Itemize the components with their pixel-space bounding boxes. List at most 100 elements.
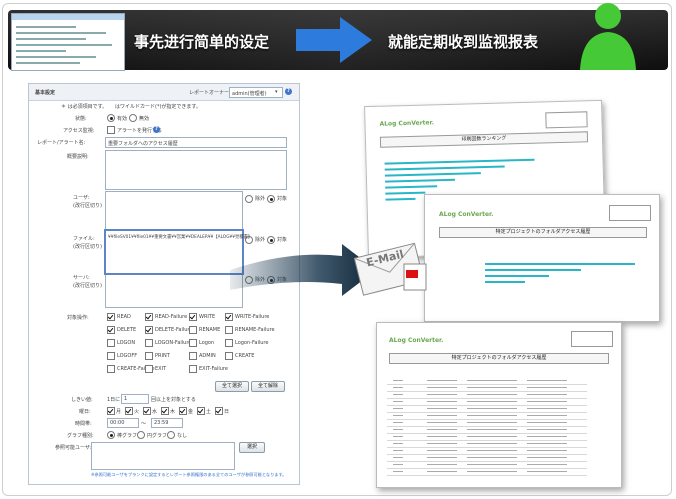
weekday-checkbox[interactable] [215, 407, 223, 415]
browse-button[interactable]: 選択 [239, 442, 265, 453]
op-checkbox-print[interactable] [145, 352, 153, 360]
chevron-down-icon: ▾ [275, 89, 278, 95]
report-name-input[interactable]: 重要フォルダへのアクセス履歴 [105, 137, 287, 148]
viewer-label: 参照可能ユーザ: [55, 445, 92, 451]
op-checkbox-logon-failure[interactable] [145, 339, 153, 347]
report-document: ALog ConVerter. 特定プロジェクトのフォルダアクセス履歴 [376, 322, 622, 488]
graph-none-radio[interactable] [167, 431, 175, 439]
file-textarea[interactable]: ¥¥fileSV01¥¥file01¥¥重要文書¥¥営業¥¥DEALER¥¥【A… [104, 229, 252, 275]
weekday-label: 土 [206, 409, 212, 415]
graph-bar-radio[interactable] [107, 431, 115, 439]
time-from-select[interactable]: 00:00 [107, 418, 139, 428]
viewer-textarea[interactable] [91, 442, 235, 470]
help-icon[interactable]: ? [153, 126, 160, 133]
op-label: Logon [199, 340, 215, 346]
op-checkbox-logon[interactable] [189, 339, 197, 347]
right-caption: 就能定期收到监视报表 [388, 33, 539, 51]
footnote: ※参照可能ユーザをブランクに設定するとレポート参照権限のある全てのユーザが参照可… [91, 472, 287, 477]
weekday-checkbox[interactable] [107, 407, 115, 415]
op-checkbox-exit-failure[interactable] [189, 365, 197, 373]
op-checkbox-rename[interactable] [189, 326, 197, 334]
op-label: LOGON [117, 340, 136, 346]
op-label: READ-Failure [155, 314, 188, 320]
op-checkbox-write[interactable] [189, 313, 197, 321]
weekday-checkbox[interactable] [179, 407, 187, 415]
op-checkbox-create[interactable] [225, 352, 233, 360]
alert-checkbox[interactable] [107, 126, 115, 134]
op-label: EXIT [155, 366, 167, 372]
op-label: RENAME-Failure [235, 327, 275, 333]
op-checkbox-exit[interactable] [145, 365, 153, 373]
state-label: 状態: [75, 116, 87, 122]
op-label: DELETE-Failure [155, 327, 193, 333]
graph-pie-radio[interactable] [137, 431, 145, 439]
weekday-label: 金 [188, 409, 194, 415]
server-textarea[interactable] [105, 272, 243, 308]
description-textarea[interactable] [105, 150, 287, 190]
op-checkbox-delete[interactable] [107, 326, 115, 334]
help-icon[interactable]: ? [285, 88, 292, 95]
op-checkbox-logon-failure[interactable] [225, 339, 233, 347]
op-checkbox-read[interactable] [107, 313, 115, 321]
weekday-checkbox[interactable] [125, 407, 133, 415]
weekday-label: 水 [152, 409, 158, 415]
op-label: CREATE [235, 353, 255, 359]
left-caption: 事先进行简单的设定 [134, 33, 270, 51]
op-label: RENAME [199, 327, 221, 333]
op-label: ADMIN [199, 353, 216, 359]
op-checkbox-logoff[interactable] [107, 352, 115, 360]
op-label: PRINT [155, 353, 170, 359]
report-title: 特定プロジェクトのフォルダアクセス履歴 [439, 227, 647, 238]
select-all-button[interactable]: 全て選択 [215, 381, 249, 392]
owner-select[interactable]: admin(管理者) ▾ [229, 87, 283, 98]
settings-thumbnail [11, 13, 125, 71]
weekday-label: 火 [134, 409, 140, 415]
time-label: 時間帯: [75, 421, 92, 427]
op-label: EXIT-Failure [199, 366, 228, 372]
op-checkbox-admin[interactable] [189, 352, 197, 360]
weekday-label: 日 [224, 409, 230, 415]
server-label: サーバ: [73, 275, 90, 281]
weekday-checkbox[interactable] [143, 407, 151, 415]
op-checkbox-delete-failure[interactable] [145, 326, 153, 334]
user-target-radio[interactable] [267, 195, 275, 203]
time-to-select[interactable]: 23:59 [151, 418, 183, 428]
arrow-right-icon [296, 17, 372, 63]
op-label: Logon-Failure [235, 340, 269, 346]
op-checkbox-logon[interactable] [107, 339, 115, 347]
owner-label: レポートオーナー: [189, 90, 231, 96]
graph-label: グラフ種別: [67, 433, 94, 439]
file-label: ファイル: [73, 236, 95, 242]
user-label: ユーザ: [73, 195, 90, 201]
state-off-radio[interactable] [129, 114, 137, 122]
required-note: ＊ は必須項目です。 [61, 104, 108, 110]
section-title: 基本設定 [35, 90, 56, 96]
weekday-label: 曜日: [79, 409, 91, 415]
report-title: 特定プロジェクトのフォルダアクセス履歴 [389, 353, 609, 364]
op-label: LOGOFF [117, 353, 138, 359]
user-exclude-radio[interactable] [245, 195, 253, 203]
op-checkbox-read-failure[interactable] [145, 313, 153, 321]
wildcard-note: はワイルドカード(*)が指定できます。 [115, 104, 201, 110]
op-label: DELETE [117, 327, 137, 333]
report-name-label: レポート/アラート名: [37, 140, 86, 146]
report-document: ALog ConVerter. 特定プロジェクトのフォルダアクセス履歴 [424, 194, 660, 322]
ops-label: 対象操作: [67, 315, 89, 321]
threshold-label: しきい値: [71, 397, 93, 403]
clear-all-button[interactable]: 全て解除 [251, 381, 285, 392]
op-checkbox-rename-failure[interactable] [225, 326, 233, 334]
op-label: LOGON-Failure [155, 340, 192, 346]
weekday-checkbox[interactable] [197, 407, 205, 415]
user-textarea[interactable] [105, 191, 243, 231]
op-label: WRITE [199, 314, 216, 320]
pdf-icon [403, 263, 427, 291]
access-alert-label: アクセス監視: [63, 128, 95, 134]
state-on-radio[interactable] [107, 114, 115, 122]
person-icon [580, 3, 636, 70]
weekday-label: 月 [116, 409, 122, 415]
weekday-checkbox[interactable] [161, 407, 169, 415]
weekday-label: 木 [170, 409, 176, 415]
op-label: READ [117, 314, 131, 320]
op-checkbox-create-failure[interactable] [107, 365, 115, 373]
threshold-input[interactable]: 1 [121, 394, 149, 404]
